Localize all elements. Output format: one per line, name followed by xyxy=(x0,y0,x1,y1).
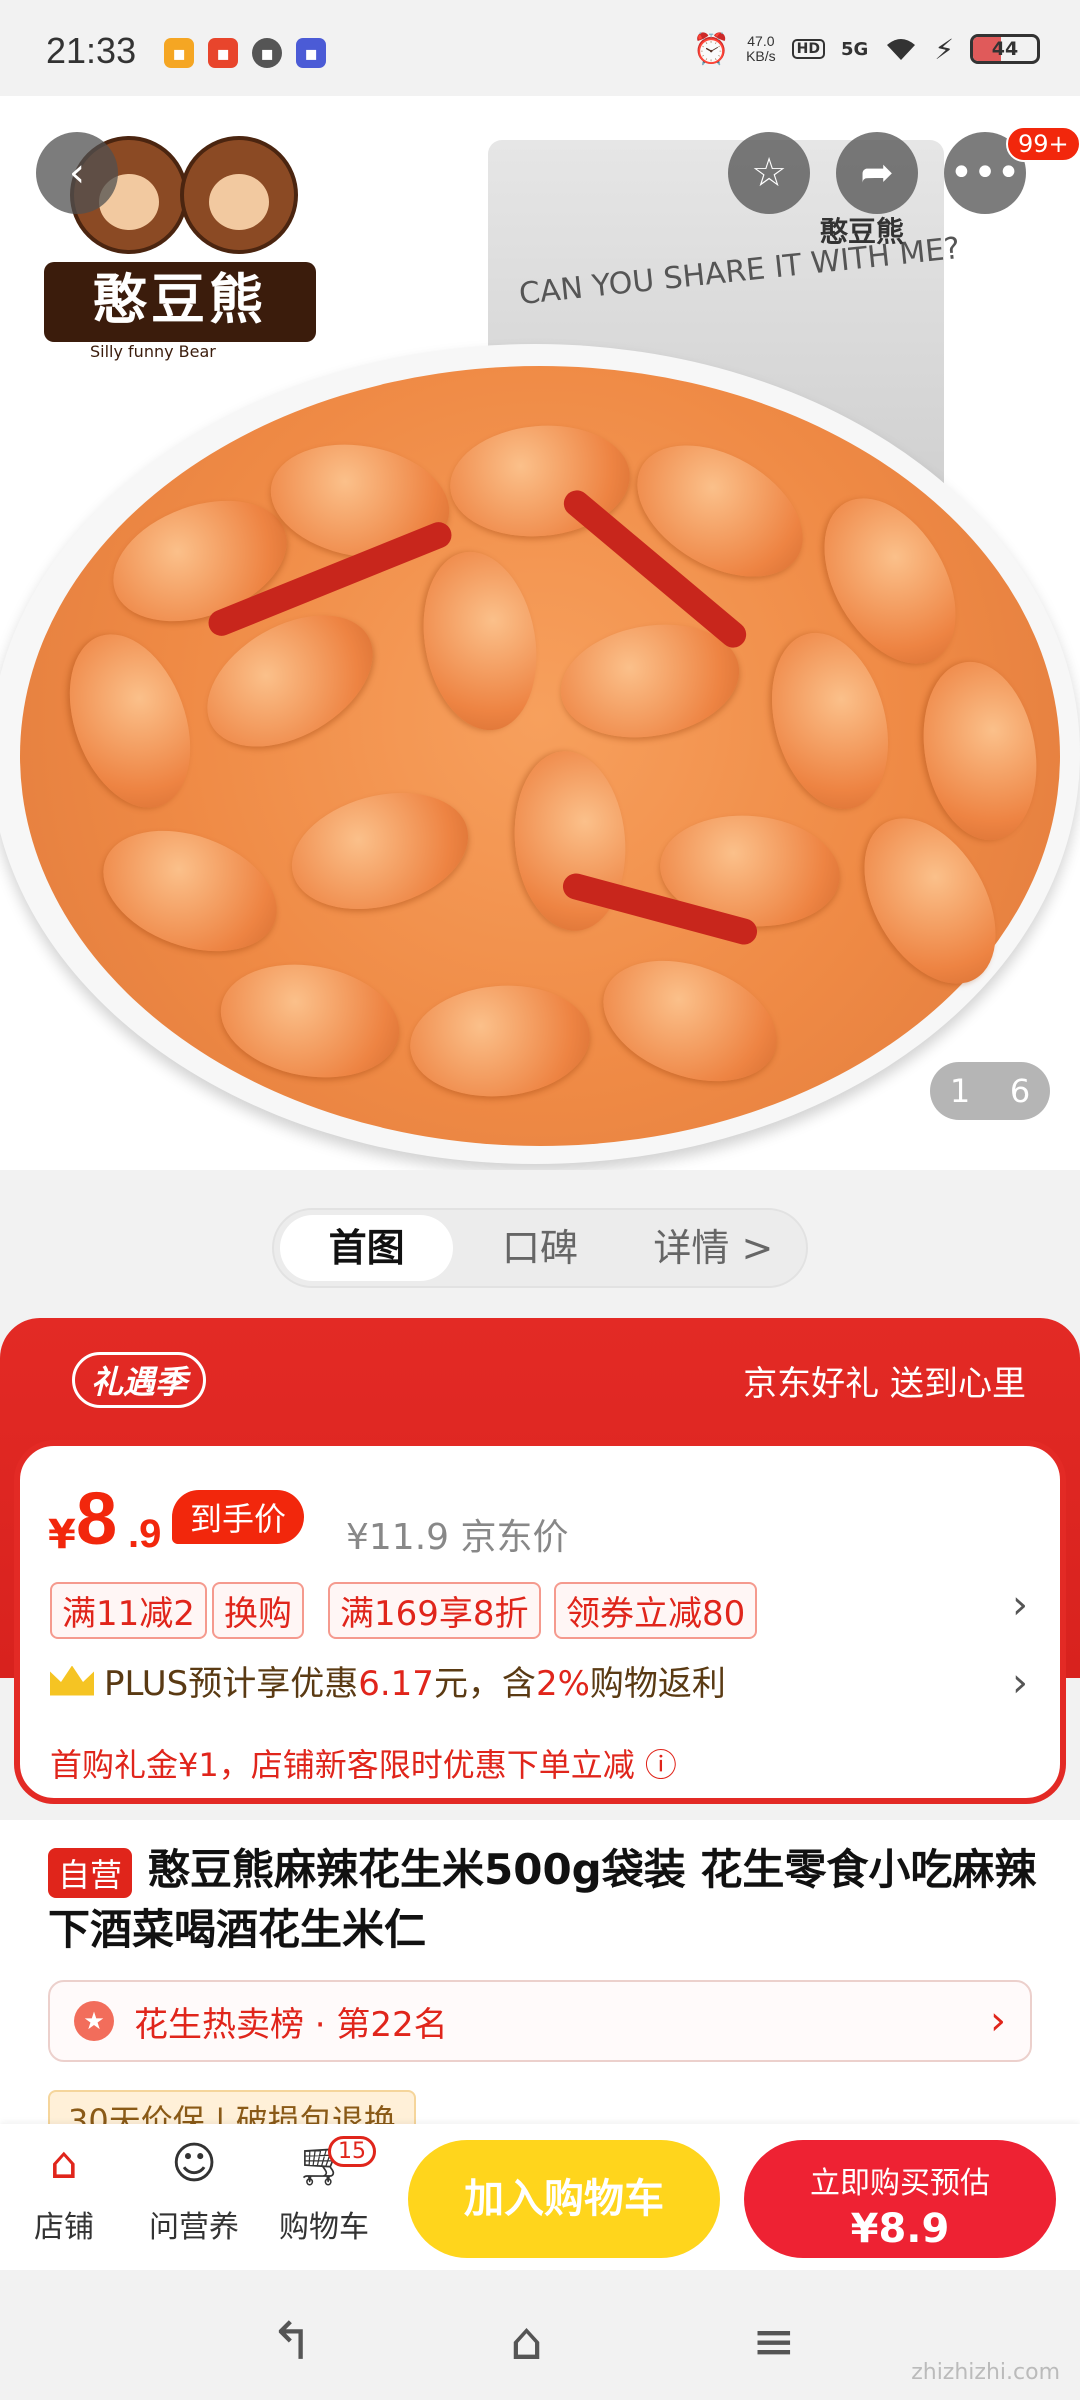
ranking-text: 花生热卖榜 · 第22名 xyxy=(134,2004,448,2045)
notification-app-icon: ▪ xyxy=(296,38,326,68)
image-pager: 1 6 xyxy=(930,1062,1050,1120)
store-label: 店铺 xyxy=(34,2210,94,2245)
back-button[interactable]: ‹ xyxy=(36,132,118,214)
store-button[interactable]: ⌂ 店铺 xyxy=(4,2136,124,2246)
plus-amount: 6.17 xyxy=(358,1664,434,1704)
plus-prefix: PLUS预计享优惠 xyxy=(104,1664,359,1704)
first-purchase-gift[interactable]: 首购礼金¥1，店铺新客限时优惠下单立减 ⓘ xyxy=(50,1740,677,1786)
ranking-row[interactable]: ★ 花生热卖榜 · 第22名 › xyxy=(48,1980,1032,2062)
charging-icon: ⚡ xyxy=(934,32,954,66)
original-price: ¥11.9 京东价 xyxy=(346,1517,569,1558)
net-speed-unit: KB/s xyxy=(746,48,776,64)
plus-mid: 元，含 xyxy=(433,1664,536,1704)
wifi-icon xyxy=(887,39,916,60)
notification-app-icon: ▪ xyxy=(252,38,282,68)
battery-icon: 44 xyxy=(970,34,1040,64)
store-icon: ⌂ xyxy=(50,2138,78,2189)
watermark: zhizhizhi.com xyxy=(911,2360,1060,2385)
more-dots-icon: ••• xyxy=(949,150,1021,196)
net-speed-value: 47.0 xyxy=(747,33,775,49)
gift-season-logo: 礼遇季 xyxy=(72,1352,207,1408)
favorite-button[interactable]: ☆ xyxy=(728,132,810,214)
tab-main-image[interactable]: 首图 xyxy=(280,1215,454,1281)
coupon-tag[interactable]: 满11减2 xyxy=(50,1582,207,1639)
cart-label: 购物车 xyxy=(279,2210,369,2245)
plus-rate: 2% xyxy=(535,1664,590,1704)
coupon-tag[interactable]: 换购 xyxy=(212,1582,304,1639)
medal-icon: ★ xyxy=(74,2001,114,2041)
plus-text: PLUS预计享优惠6.17元，含2%购物返利 xyxy=(104,1656,726,1705)
nav-home-icon[interactable]: ⌂ xyxy=(510,2312,543,2372)
coupon-chevron-icon[interactable]: › xyxy=(1012,1582,1028,1628)
status-bar: 21:33 ▪ ▪ ▪ ▪ ⏰ 47.0 KB/s HD 5G ⚡ 44 xyxy=(0,0,1080,96)
status-time: 21:33 xyxy=(46,30,137,71)
final-price-tag: 到手价 xyxy=(172,1490,305,1544)
message-count-badge: 99+ xyxy=(1006,126,1080,162)
add-to-cart-button[interactable]: 加入购物车 xyxy=(408,2140,720,2258)
cart-count-badge: 15 xyxy=(328,2136,376,2167)
pager-current: 1 xyxy=(949,1072,971,1110)
buy-now-price: ¥8.9 xyxy=(850,2206,950,2252)
nav-menu-icon[interactable]: ≡ xyxy=(752,2312,796,2372)
signal-5g-icon: 5G xyxy=(841,38,869,60)
plus-suffix: 购物返利 xyxy=(589,1664,726,1704)
content-tabs: 首图 口碑 详情 > xyxy=(272,1208,808,1288)
coupon-tag[interactable]: 满169享8折 xyxy=(328,1582,541,1639)
status-right-group: ⏰ 47.0 KB/s HD 5G ⚡ 44 xyxy=(693,28,1040,70)
chevron-left-icon: ‹ xyxy=(69,150,85,196)
product-image-carousel[interactable]: CAN YOU SHARE IT WITH ME? 憨豆熊 憨豆熊 Silly … xyxy=(0,96,1080,1170)
coupon-tag[interactable]: 领券立减80 xyxy=(554,1582,758,1639)
net-speed: 47.0 KB/s xyxy=(746,34,776,64)
customer-service-icon: ☺ xyxy=(171,2138,217,2189)
buy-now-label: 立即购买预估 xyxy=(810,2166,990,2201)
tab-details[interactable]: 详情 > xyxy=(627,1215,800,1281)
price-currency: ¥ xyxy=(48,1512,76,1558)
final-price-integer: 8 xyxy=(76,1477,118,1560)
share-button[interactable]: ➦ xyxy=(836,132,918,214)
bag-brand: 憨豆熊 xyxy=(819,215,904,248)
notification-app-icon: ▪ xyxy=(208,38,238,68)
buy-now-button[interactable]: 立即购买预估 ¥8.9 xyxy=(744,2140,1056,2258)
service-button[interactable]: ☺ 问营养 xyxy=(134,2136,254,2246)
tab-reviews[interactable]: 口碑 xyxy=(453,1215,626,1281)
share-icon: ➦ xyxy=(860,150,894,196)
alarm-icon: ⏰ xyxy=(692,31,731,67)
notification-app-icon: ▪ xyxy=(164,38,194,68)
pager-total: 6 xyxy=(1009,1072,1031,1110)
bear-icon xyxy=(180,136,298,254)
hd-icon: HD xyxy=(791,39,826,59)
product-title: 憨豆熊麻辣花生米500g袋装 花生零食小吃麻辣下酒菜喝酒花生米仁 xyxy=(48,1845,1037,1954)
battery-percent: 44 xyxy=(991,38,1019,60)
service-label: 问营养 xyxy=(149,2210,239,2245)
star-icon: ☆ xyxy=(751,150,787,196)
brand-logo-subtitle: Silly funny Bear xyxy=(90,342,216,361)
plus-benefit-row[interactable]: PLUS预计享优惠6.17元，含2%购物返利 xyxy=(50,1656,726,1705)
peanuts-image xyxy=(20,366,1060,1146)
crown-icon xyxy=(50,1665,94,1696)
final-price-decimal: .9 xyxy=(128,1512,162,1556)
promo-slogan: 京东好礼 送到心里 xyxy=(743,1364,1026,1404)
nav-back-icon[interactable]: ↰ xyxy=(270,2312,314,2372)
chevron-right-icon: › xyxy=(990,1998,1006,2044)
plus-chevron-icon[interactable]: › xyxy=(1012,1660,1028,1706)
brand-logo-text: 憨豆熊 xyxy=(44,262,316,342)
